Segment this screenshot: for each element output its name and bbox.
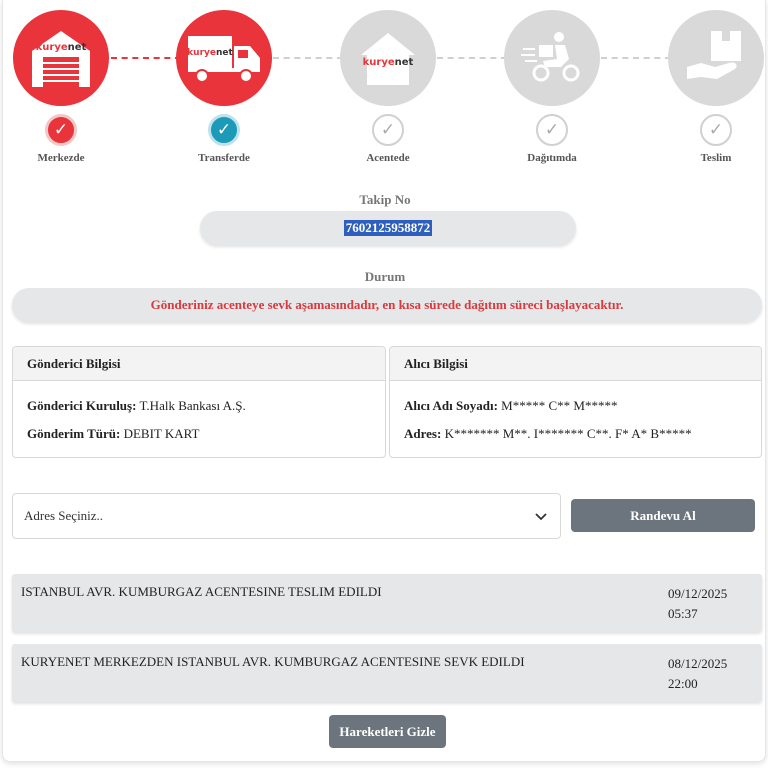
check-icon: ✓ [45,114,77,146]
svg-text:kuryenet: kuryenet [36,42,87,53]
sender-org-row: Gönderici Kuruluş: T.Halk Bankası A.Ş. [27,398,246,414]
step-label: Teslim [700,152,732,164]
movement-datetime: 09/12/2025 05:37 [668,584,727,624]
svg-text:kuryenet: kuryenet [363,57,414,68]
step-transferde: kuryenet ✓ Transferde [174,10,274,164]
step-merkezde: kuryenet ✓ Merkezde [11,10,111,164]
check-icon: ✓ [208,114,240,146]
movement-description: ISTANBUL AVR. KUMBURGAZ ACENTESINE TESLI… [21,584,382,599]
movement-date: 09/12/2025 [668,586,728,601]
sender-card-header: Gönderici Bilgisi [13,347,385,381]
hand-package-icon [668,10,764,106]
sender-org-value: T.Halk Bankası A.Ş. [139,398,246,413]
sender-type-label: Gönderim Türü: [27,426,121,441]
recipient-address-row: Adres: K******* M**. I******* C**. F* A*… [404,426,692,442]
step-label: Merkezde [37,152,85,164]
movement-item: ISTANBUL AVR. KUMBURGAZ ACENTESINE TESLI… [12,574,762,632]
step-label: Transferde [198,152,250,164]
movement-time: 22:00 [668,676,698,691]
step-label: Acentede [366,152,410,164]
recipient-address-value: K******* M**. I******* C**. F* A* B***** [444,426,692,441]
shipment-stepper: kuryenet ✓ Merkezde kuryenet ✓ Transferd… [3,0,767,170]
recipient-card-header: Alıcı Bilgisi [390,347,761,381]
status-title: Durum [364,269,406,284]
recipient-name-row: Alıcı Adı Soyadı: M***** C** M***** [404,398,617,414]
agency-house-icon: kuryenet [340,10,436,106]
address-select-value: Adres Seçiniz.. [24,508,104,523]
svg-text:kuryenet: kuryenet [187,48,233,58]
check-icon: ✓ [372,114,404,146]
truck-icon: kuryenet [176,10,272,106]
recipient-card: Alıcı Bilgisi Alıcı Adı Soyadı: M***** C… [389,346,762,458]
step-teslim: ✓ Teslim [666,10,766,164]
appointment-button[interactable]: Randevu Al [571,499,755,532]
step-label: Dağıtımda [527,152,577,164]
movement-datetime: 08/12/2025 22:00 [668,654,727,694]
movement-description: KURYENET MERKEZDEN ISTANBUL AVR. KUMBURG… [21,654,525,669]
recipient-name-label: Alıcı Adı Soyadı: [404,398,498,413]
step-connector [111,57,181,59]
warehouse-icon: kuryenet [13,10,109,106]
recipient-address-label: Adres: [404,426,442,441]
tracking-title: Takip No [359,192,411,207]
sender-type-row: Gönderim Türü: DEBIT KART [27,426,199,442]
step-connector [437,57,507,59]
tracking-page: kuryenet ✓ Merkezde kuryenet ✓ Transferd… [2,0,766,762]
hide-movements-button[interactable]: Hareketleri Gizle [329,715,446,748]
step-connector [601,57,671,59]
step-dagitimda: ✓ Dağıtımda [502,10,602,164]
tracking-number-field[interactable]: 7602125958872 [200,211,576,245]
tracking-number[interactable]: 7602125958872 [343,220,433,236]
status-field: Gönderiniz acenteye sevk aşamasındadır, … [12,288,762,322]
movement-time: 05:37 [668,606,698,621]
sender-type-value: DEBIT KART [123,426,200,441]
sender-card: Gönderici Bilgisi Gönderici Kuruluş: T.H… [12,346,386,458]
movement-date: 08/12/2025 [668,656,728,671]
sender-org-label: Gönderici Kuruluş: [27,398,137,413]
check-icon: ✓ [536,114,568,146]
recipient-name-value: M***** C** M***** [501,398,618,413]
status-message: Gönderiniz acenteye sevk aşamasındadır, … [150,297,624,312]
address-select[interactable]: Adres Seçiniz.. [12,493,561,539]
step-connector [273,57,343,59]
step-acentede: kuryenet ✓ Acentede [338,10,438,164]
courier-scooter-icon [504,10,600,106]
chevron-down-icon [535,513,547,521]
movement-item: KURYENET MERKEZDEN ISTANBUL AVR. KUMBURG… [12,644,762,702]
check-icon: ✓ [700,114,732,146]
